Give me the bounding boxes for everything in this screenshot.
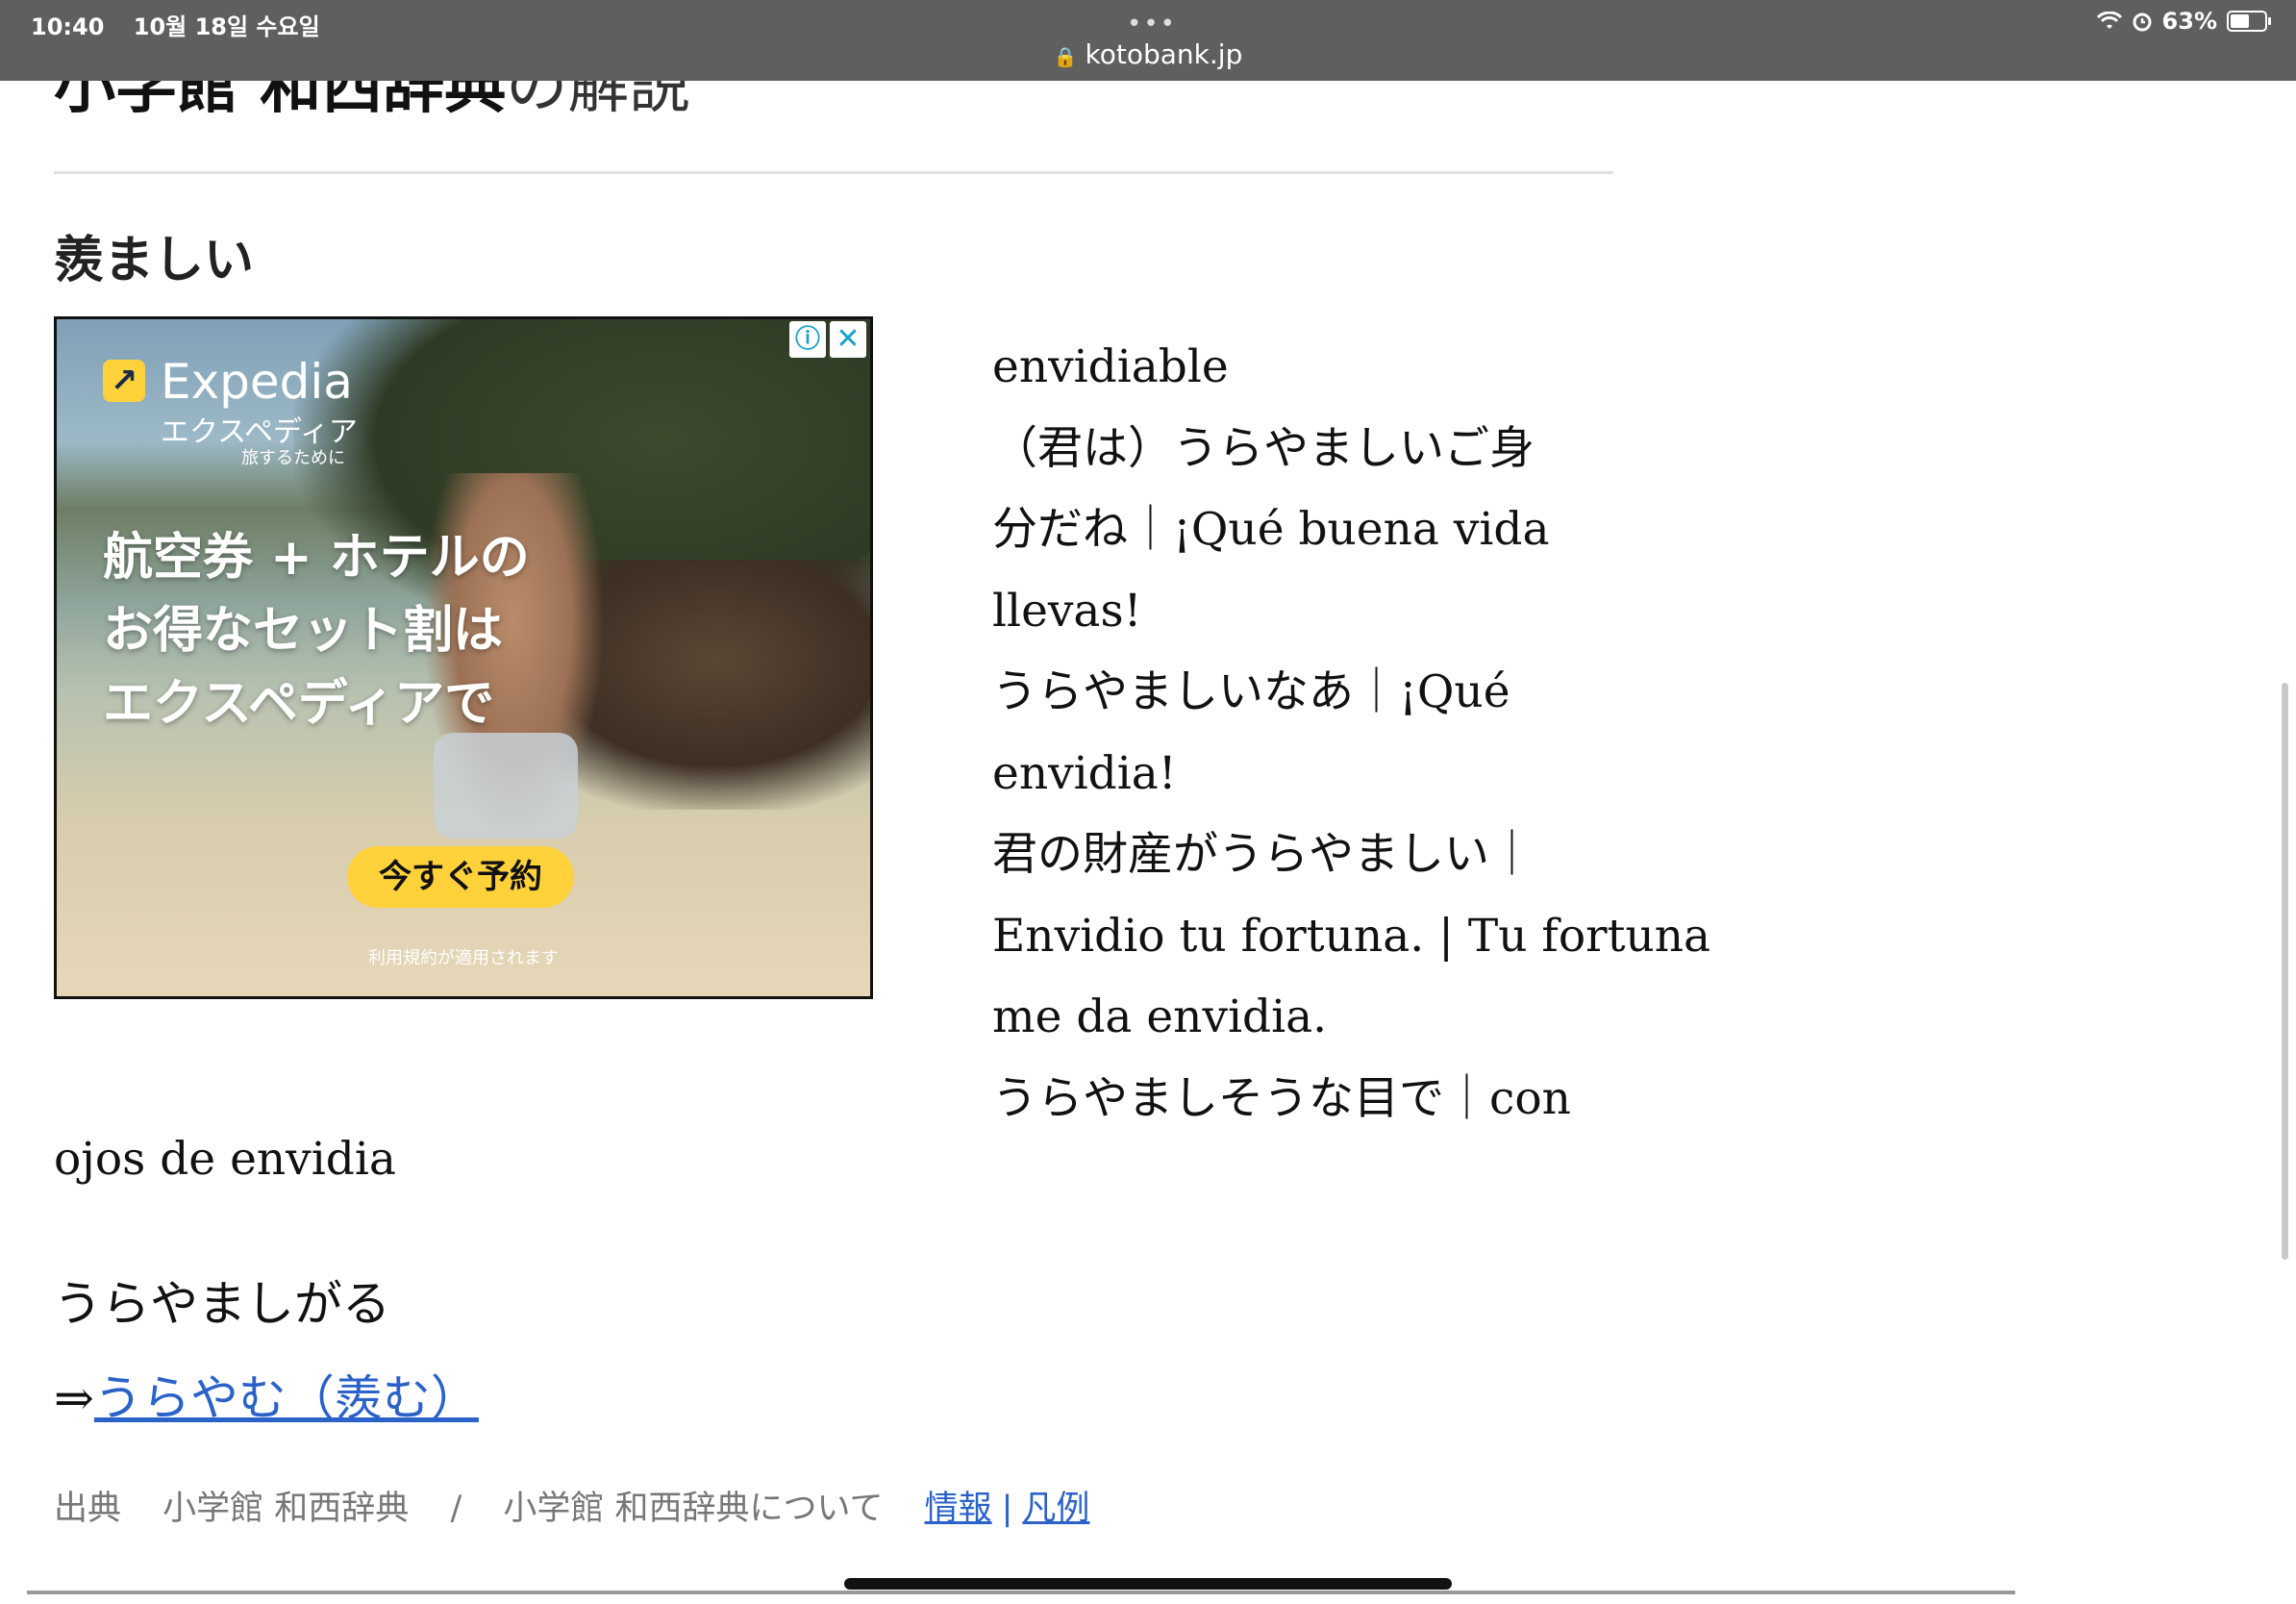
battery-level <box>2231 14 2249 28</box>
status-date: 10월 18일 수요일 <box>133 13 320 40</box>
ad-copy-line: エクスペディアで <box>103 675 495 733</box>
source-legend-link[interactable]: 凡例 <box>1022 1490 1089 1528</box>
ad-brand-tagline: 旅するために <box>241 448 345 468</box>
source-info-link[interactable]: 情報 <box>925 1490 992 1528</box>
status-time: 10:40 <box>31 13 105 40</box>
cross-reference: ⇒うらやむ（羨む） <box>54 1360 479 1429</box>
definition-line: 分だね｜¡Qué buena vida <box>992 503 1550 556</box>
ad-copy-line: 航空券 + ホテルの <box>103 529 530 587</box>
definition-line: Envidio tu fortuna. | Tu fortuna <box>992 909 1711 963</box>
advertisement[interactable]: ↗ Expedia エクスペディア 旅するために 航空券 + ホテルの お得なセ… <box>54 316 873 999</box>
battery-percent: 63% <box>2161 8 2217 35</box>
source-label: 出典 <box>54 1490 122 1528</box>
wifi-icon <box>2096 12 2122 29</box>
expedia-logo-icon: ↗ <box>103 360 145 402</box>
source-line: 出典 小学館 和西辞典 / 小学館 和西辞典について 情報 | 凡例 <box>54 1481 1089 1530</box>
ad-copy-line: お得なセット割は <box>103 602 504 660</box>
definition-line: envidia! <box>992 746 1177 800</box>
xref-link[interactable]: うらやむ（羨む） <box>94 1370 479 1426</box>
home-indicator[interactable] <box>844 1578 1452 1590</box>
source-about: 小学館 和西辞典について <box>503 1490 884 1528</box>
browser-top-bar: 10:40 10월 18일 수요일 ••• 🔒 kotobank.jp 63% <box>0 0 2296 81</box>
source-dictionary: 小学館 和西辞典 <box>162 1490 410 1528</box>
definition-line: うらやましいなあ｜¡Qué <box>992 665 1510 718</box>
page-scrollbar[interactable] <box>2282 683 2288 1260</box>
derivative-word: うらやましがる <box>54 1276 390 1332</box>
ad-person-shorts <box>434 733 578 839</box>
entry-definitions: envidiable （君は）うらやましいご身 分だね｜¡Qué buena v… <box>992 327 1711 1140</box>
entry-headword: 羨ましい <box>54 232 255 289</box>
ad-info-icon[interactable]: ⓘ <box>789 321 826 358</box>
xref-arrow: ⇒ <box>54 1370 94 1426</box>
ad-close-icon[interactable]: ✕ <box>830 321 866 358</box>
ad-copy: 航空券 + ホテルの お得なセット割は エクスペディアで <box>103 521 530 740</box>
address-bar[interactable]: 🔒 kotobank.jp <box>0 38 2296 70</box>
source-separator: | <box>1001 1490 1013 1528</box>
definition-line: llevas! <box>992 584 1142 638</box>
definition-continuation: ojos de envidia <box>54 1133 396 1186</box>
definition-line: me da envidia. <box>992 990 1328 1043</box>
tab-menu-dots-icon[interactable]: ••• <box>1127 10 1177 38</box>
url-text: kotobank.jp <box>1085 38 1243 70</box>
definition-line: うらやましそうな目で｜con <box>992 1071 1571 1125</box>
section-divider <box>54 171 1613 174</box>
ad-book-now-button[interactable]: 今すぐ予約 <box>347 846 574 908</box>
ad-brand: Expedia <box>161 354 353 410</box>
lock-icon: 🔒 <box>1053 45 1078 68</box>
status-right: 63% <box>2096 8 2271 35</box>
definition-line: envidiable <box>992 340 1229 393</box>
status-left: 10:40 10월 18일 수요일 <box>31 8 341 41</box>
definition-line: 君の財産がうらやましい｜ <box>992 828 1535 881</box>
ad-terms: 利用規約が適用されます <box>368 948 559 968</box>
alarm-icon <box>2133 13 2152 32</box>
source-slash: / <box>450 1490 462 1528</box>
definition-line: （君は）うらやましいご身 <box>992 421 1535 475</box>
battery-icon <box>2227 11 2271 32</box>
bottom-divider <box>27 1591 2015 1594</box>
